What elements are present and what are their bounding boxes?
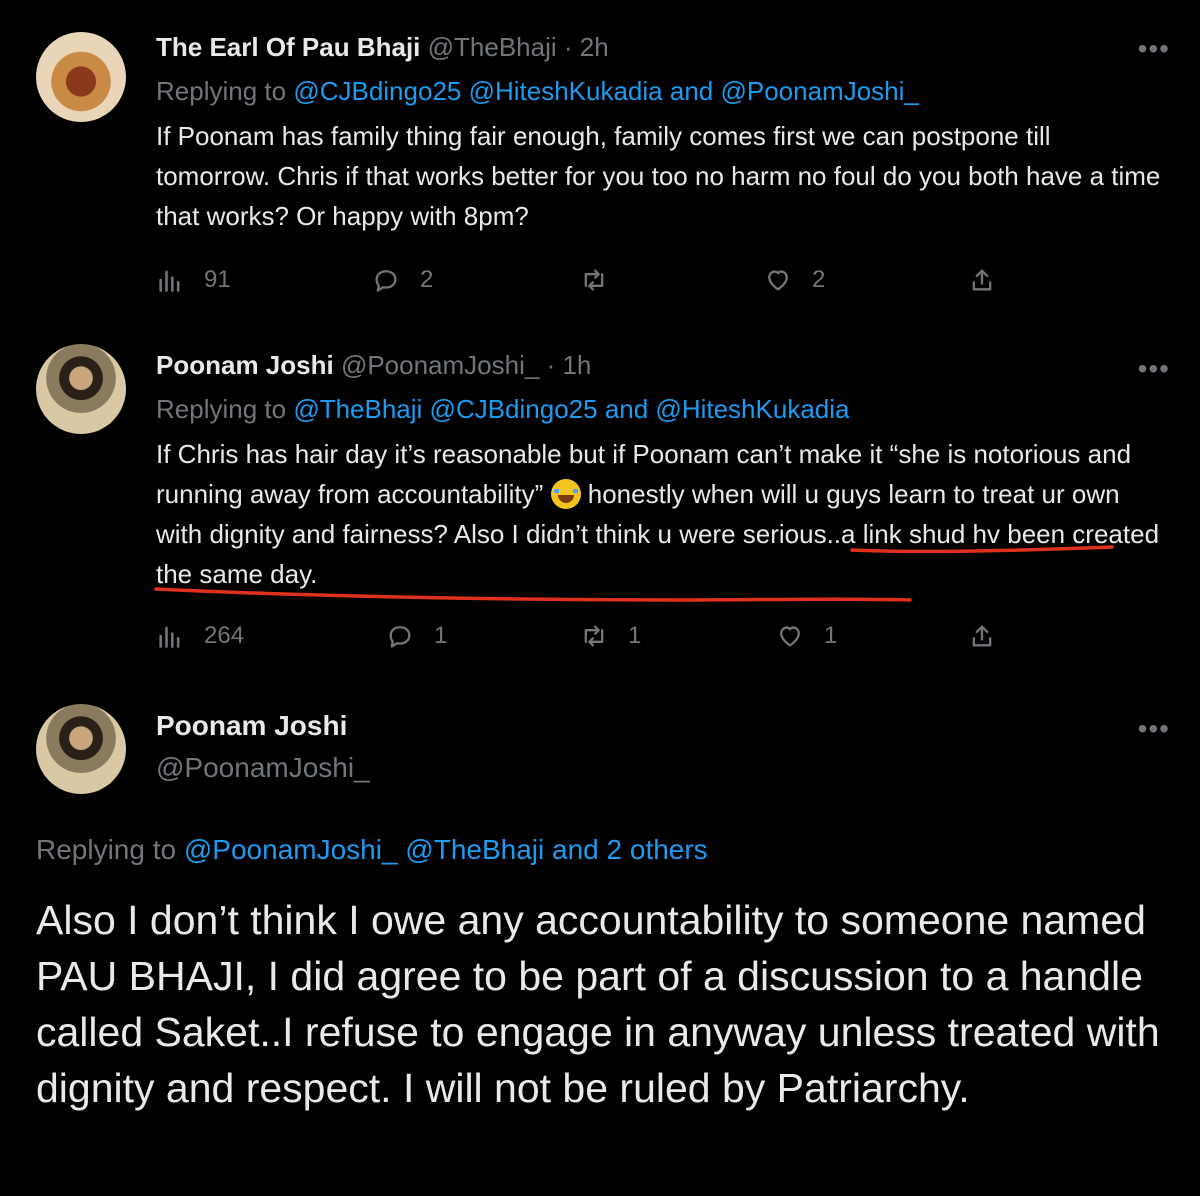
share-icon [972,625,992,647]
tweet-text: Also I don’t think I owe any accountabil… [36,897,1160,1111]
like-button[interactable]: 2 [764,266,825,294]
more-options-icon[interactable]: ••• [1138,355,1170,383]
reply-mentions-link[interactable]: @CJBdingo25 @HiteshKukadia and @PoonamJo… [293,76,919,106]
author-name[interactable]: The Earl Of Pau Bhaji [156,32,420,62]
tweet-text: If Poonam has family thing fair enough, … [156,121,1161,231]
share-icon [972,269,992,291]
views-icon [159,270,180,292]
reply-count: 1 [434,622,448,649]
like-count: 1 [824,622,838,649]
like-button[interactable]: 1 [776,622,837,650]
replying-prefix: Replying to [156,76,287,106]
tweet-text: If Chris has hair day it’s reasonable bu… [156,434,1166,594]
retweet-icon [584,625,604,647]
views-count: 264 [204,622,245,649]
more-options-icon[interactable]: ••• [1138,715,1170,743]
replying-to: Replying to @PoonamJoshi_ @TheBhaji and … [36,834,708,866]
author-handle[interactable]: @PoonamJoshi_ [341,350,539,380]
views-button[interactable]: 91 [156,266,231,294]
avatar[interactable] [36,704,126,794]
replying-to: Replying to @TheBhaji @CJBdingo25 and @H… [156,394,849,425]
like-count: 2 [812,266,826,293]
crying-laughing-emoji-icon [550,479,581,509]
tweet-header: The Earl Of Pau Bhaji @TheBhaji · 2h [156,32,609,63]
retweet-button[interactable] [580,266,628,294]
share-button[interactable] [968,622,1016,650]
share-button[interactable] [968,266,1016,294]
retweet-icon [584,269,604,291]
views-count: 91 [204,266,231,293]
views-icon [159,626,180,648]
tweet-2[interactable]: Poonam Joshi @PoonamJoshi_ · 1h ••• Repl… [0,330,1200,690]
author-handle[interactable]: @PoonamJoshi_ [156,752,370,784]
author-name[interactable]: Poonam Joshi [156,710,347,742]
tweet-1[interactable]: The Earl Of Pau Bhaji @TheBhaji · 2h •••… [0,0,1200,330]
heart-icon [768,270,788,291]
reply-mentions-link[interactable]: @PoonamJoshi_ @TheBhaji and 2 others [184,834,708,865]
timestamp[interactable]: 2h [580,32,609,62]
reply-count: 2 [420,266,434,293]
avatar[interactable] [36,32,126,122]
reply-button[interactable]: 1 [386,622,447,650]
action-bar: 264 1 1 1 [156,622,1016,652]
views-button[interactable]: 264 [156,622,244,650]
replying-to: Replying to @CJBdingo25 @HiteshKukadia a… [156,76,919,107]
separator-dot: · [546,350,556,380]
replying-prefix: Replying to [36,834,177,865]
heart-icon [780,626,800,647]
avatar[interactable] [36,344,126,434]
reply-button[interactable]: 2 [372,266,433,294]
separator-dot: · [563,32,573,62]
action-bar: 91 2 2 [156,266,1016,296]
replying-prefix: Replying to [156,394,287,424]
timestamp[interactable]: 1h [562,350,591,380]
reply-icon [375,270,397,292]
reply-icon [389,626,411,648]
tweet-header: Poonam Joshi @PoonamJoshi_ · 1h [156,350,591,381]
reply-mentions-link[interactable]: @TheBhaji @CJBdingo25 and @HiteshKukadia [293,394,849,424]
retweet-button[interactable]: 1 [580,622,641,650]
author-name[interactable]: Poonam Joshi [156,350,334,380]
retweet-count: 1 [628,622,642,649]
more-options-icon[interactable]: ••• [1138,35,1170,63]
author-handle[interactable]: @TheBhaji [428,32,557,62]
